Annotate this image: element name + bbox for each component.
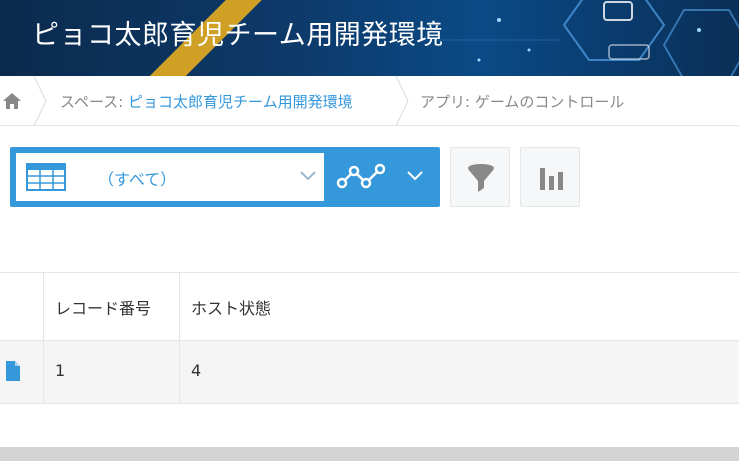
table-header-row: レコード番号 ホスト状態 <box>0 273 739 341</box>
bottom-scrollbar[interactable] <box>0 447 739 461</box>
header-banner: ピョコ太郎育児チーム用開発環境 <box>0 0 739 76</box>
table-row[interactable]: 1 4 <box>0 341 739 404</box>
header-cell-host-state[interactable]: ホスト状態 <box>180 273 739 340</box>
bar-chart-icon <box>540 168 563 190</box>
home-icon[interactable] <box>2 91 22 111</box>
breadcrumb-separator <box>395 76 409 126</box>
column-header-label: レコード番号 <box>55 299 152 318</box>
view-selected-label: （すべて） <box>98 170 177 189</box>
header-cell-record-number[interactable]: レコード番号 <box>44 273 180 340</box>
table-view-icon <box>26 163 66 191</box>
breadcrumb-app: アプリ: ゲームのコントロール <box>420 93 625 111</box>
column-header-label: ホスト状態 <box>191 299 272 318</box>
record-number-value: 1 <box>55 361 66 380</box>
host-state-value: 4 <box>191 361 202 380</box>
cell-host-state: 4 <box>180 341 739 403</box>
document-icon[interactable] <box>6 361 20 381</box>
space-title: ピョコ太郎育児チーム用開発環境 <box>32 20 444 51</box>
banner-decoration <box>439 0 739 76</box>
breadcrumb-separator <box>33 76 47 126</box>
filter-icon <box>468 164 494 192</box>
filter-button[interactable] <box>450 147 510 207</box>
view-selector[interactable]: （すべて） <box>10 147 440 207</box>
chevron-down-icon <box>300 171 316 181</box>
line-graph-icon[interactable] <box>336 161 388 193</box>
cell-record-number: 1 <box>44 341 180 403</box>
breadcrumb-space[interactable]: スペース: ピョコ太郎育児チーム用開発環境 <box>60 91 353 112</box>
view-dropdown[interactable]: （すべて） <box>16 153 324 201</box>
chevron-down-icon[interactable] <box>405 169 425 183</box>
row-detail-cell[interactable] <box>0 341 44 403</box>
breadcrumb-space-prefix: スペース: <box>60 93 129 111</box>
chart-button[interactable] <box>520 147 580 207</box>
breadcrumb: スペース: ピョコ太郎育児チーム用開発環境 アプリ: ゲームのコントロール <box>0 76 739 126</box>
breadcrumb-space-link[interactable]: ピョコ太郎育児チーム用開発環境 <box>128 93 353 111</box>
records-table: レコード番号 ホスト状態 1 4 <box>0 272 739 404</box>
header-cell-blank <box>0 273 44 340</box>
